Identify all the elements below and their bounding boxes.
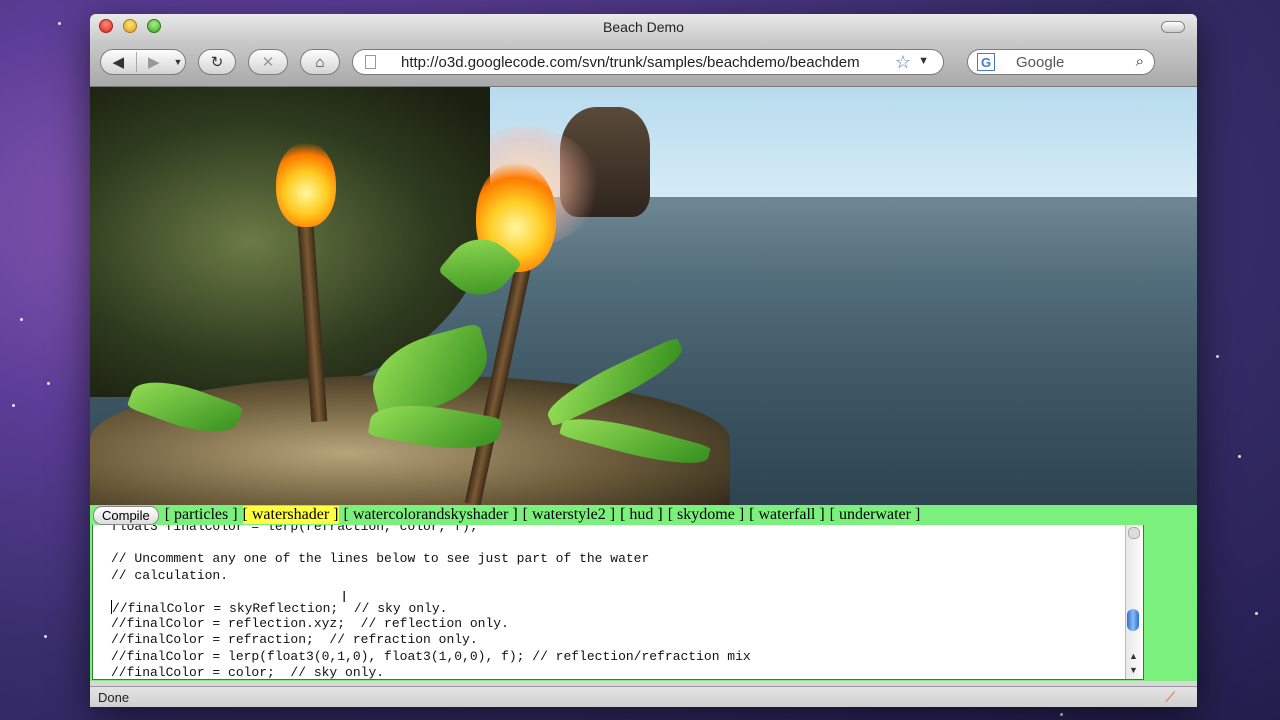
tab-particles[interactable]: [ particles ] [165,506,238,524]
code-line: //finalColor = lerp(float3(0,1,0), float… [111,648,751,664]
shader-tabs-bar: Compile [ particles ] [ watershader ] [ … [90,505,1197,525]
3d-scene-canvas[interactable] [90,87,1197,505]
ibeam-cursor-icon: I [342,589,347,606]
url-dropdown-icon[interactable]: ▼ [918,55,929,67]
code-line: //finalColor = refraction; // refraction… [111,632,478,648]
bookmark-star-icon[interactable]: ☆ [895,52,911,73]
reload-button[interactable]: ↻ [198,49,236,75]
page-icon [365,55,376,69]
compile-button[interactable]: Compile [93,505,159,525]
editor-scrollbar[interactable]: ▲ ▼ [1125,525,1141,679]
history-dropdown-icon[interactable]: ▼ [171,57,185,67]
tab-skydome[interactable]: [ skydome ] [668,506,744,524]
browser-toolbar: ◀ ▶ ▼ ↻ ✕ ⌂ http://o3d.googlecode.com/sv… [90,42,1197,87]
status-text: Done [98,690,130,705]
code-line: float3 finalColor = lerp(refraction, col… [111,525,478,534]
stop-icon: ✕ [261,54,275,71]
code-line: //finalColor = color; // sky only. [111,664,385,680]
browser-window: Beach Demo ◀ ▶ ▼ ↻ ✕ ⌂ http://o3d.google… [90,14,1197,707]
home-button[interactable]: ⌂ [300,49,340,75]
search-engine-icon[interactable]: G [977,53,995,71]
back-arrow-icon[interactable]: ◀ [101,53,136,71]
tab-watercolorandskyshader[interactable]: [ watercolorandskyshader ] [344,506,518,524]
tab-hud[interactable]: [ hud ] [620,506,663,524]
shader-code-editor[interactable]: float3 finalColor = lerp(refraction, col… [92,525,1144,680]
code-line: //finalColor = skyReflection; // sky onl… [112,600,448,616]
editor-panel: float3 finalColor = lerp(refraction, col… [90,525,1197,681]
code-line: // calculation. [111,567,229,583]
code-line: //finalColor = reflection.xyz; // reflec… [111,616,509,632]
toolbar-toggle-button[interactable] [1161,21,1185,33]
tab-waterfall[interactable]: [ waterfall ] [749,506,825,524]
scroll-down-icon[interactable]: ▼ [1126,663,1141,677]
window-title: Beach Demo [603,19,684,35]
tab-underwater[interactable]: [ underwater ] [830,506,921,524]
search-bar[interactable]: G Google ⌕ [967,49,1155,75]
home-icon: ⌂ [315,53,325,71]
search-input[interactable]: Google [1016,54,1064,71]
tab-waterstyle2[interactable]: [ waterstyle2 ] [523,506,615,524]
forward-arrow-icon[interactable]: ▶ [137,53,172,71]
tab-watershader[interactable]: [ watershader ] [242,506,339,524]
search-icon[interactable]: ⌕ [1136,53,1144,70]
url-text[interactable]: http://o3d.googlecode.com/svn/trunk/samp… [401,54,896,71]
code-line: // Uncomment any one of the lines below … [111,551,650,567]
back-forward-buttons: ◀ ▶ ▼ [100,49,186,75]
scroll-up-icon[interactable]: ▲ [1126,649,1141,663]
address-bar[interactable]: http://o3d.googlecode.com/svn/trunk/samp… [352,49,944,75]
resize-grip-icon[interactable]: ⟋ [1165,689,1175,706]
scrollbar-top-cap [1128,527,1140,539]
stop-button[interactable]: ✕ [248,49,288,75]
title-bar: Beach Demo [90,14,1197,42]
status-bar: Done ⟋ [90,686,1197,707]
code-text[interactable]: float3 finalColor = lerp(refraction, col… [111,525,751,680]
torch-flame-left [276,142,336,227]
reload-icon: ↻ [210,54,224,71]
scrollbar-thumb[interactable] [1127,609,1139,631]
